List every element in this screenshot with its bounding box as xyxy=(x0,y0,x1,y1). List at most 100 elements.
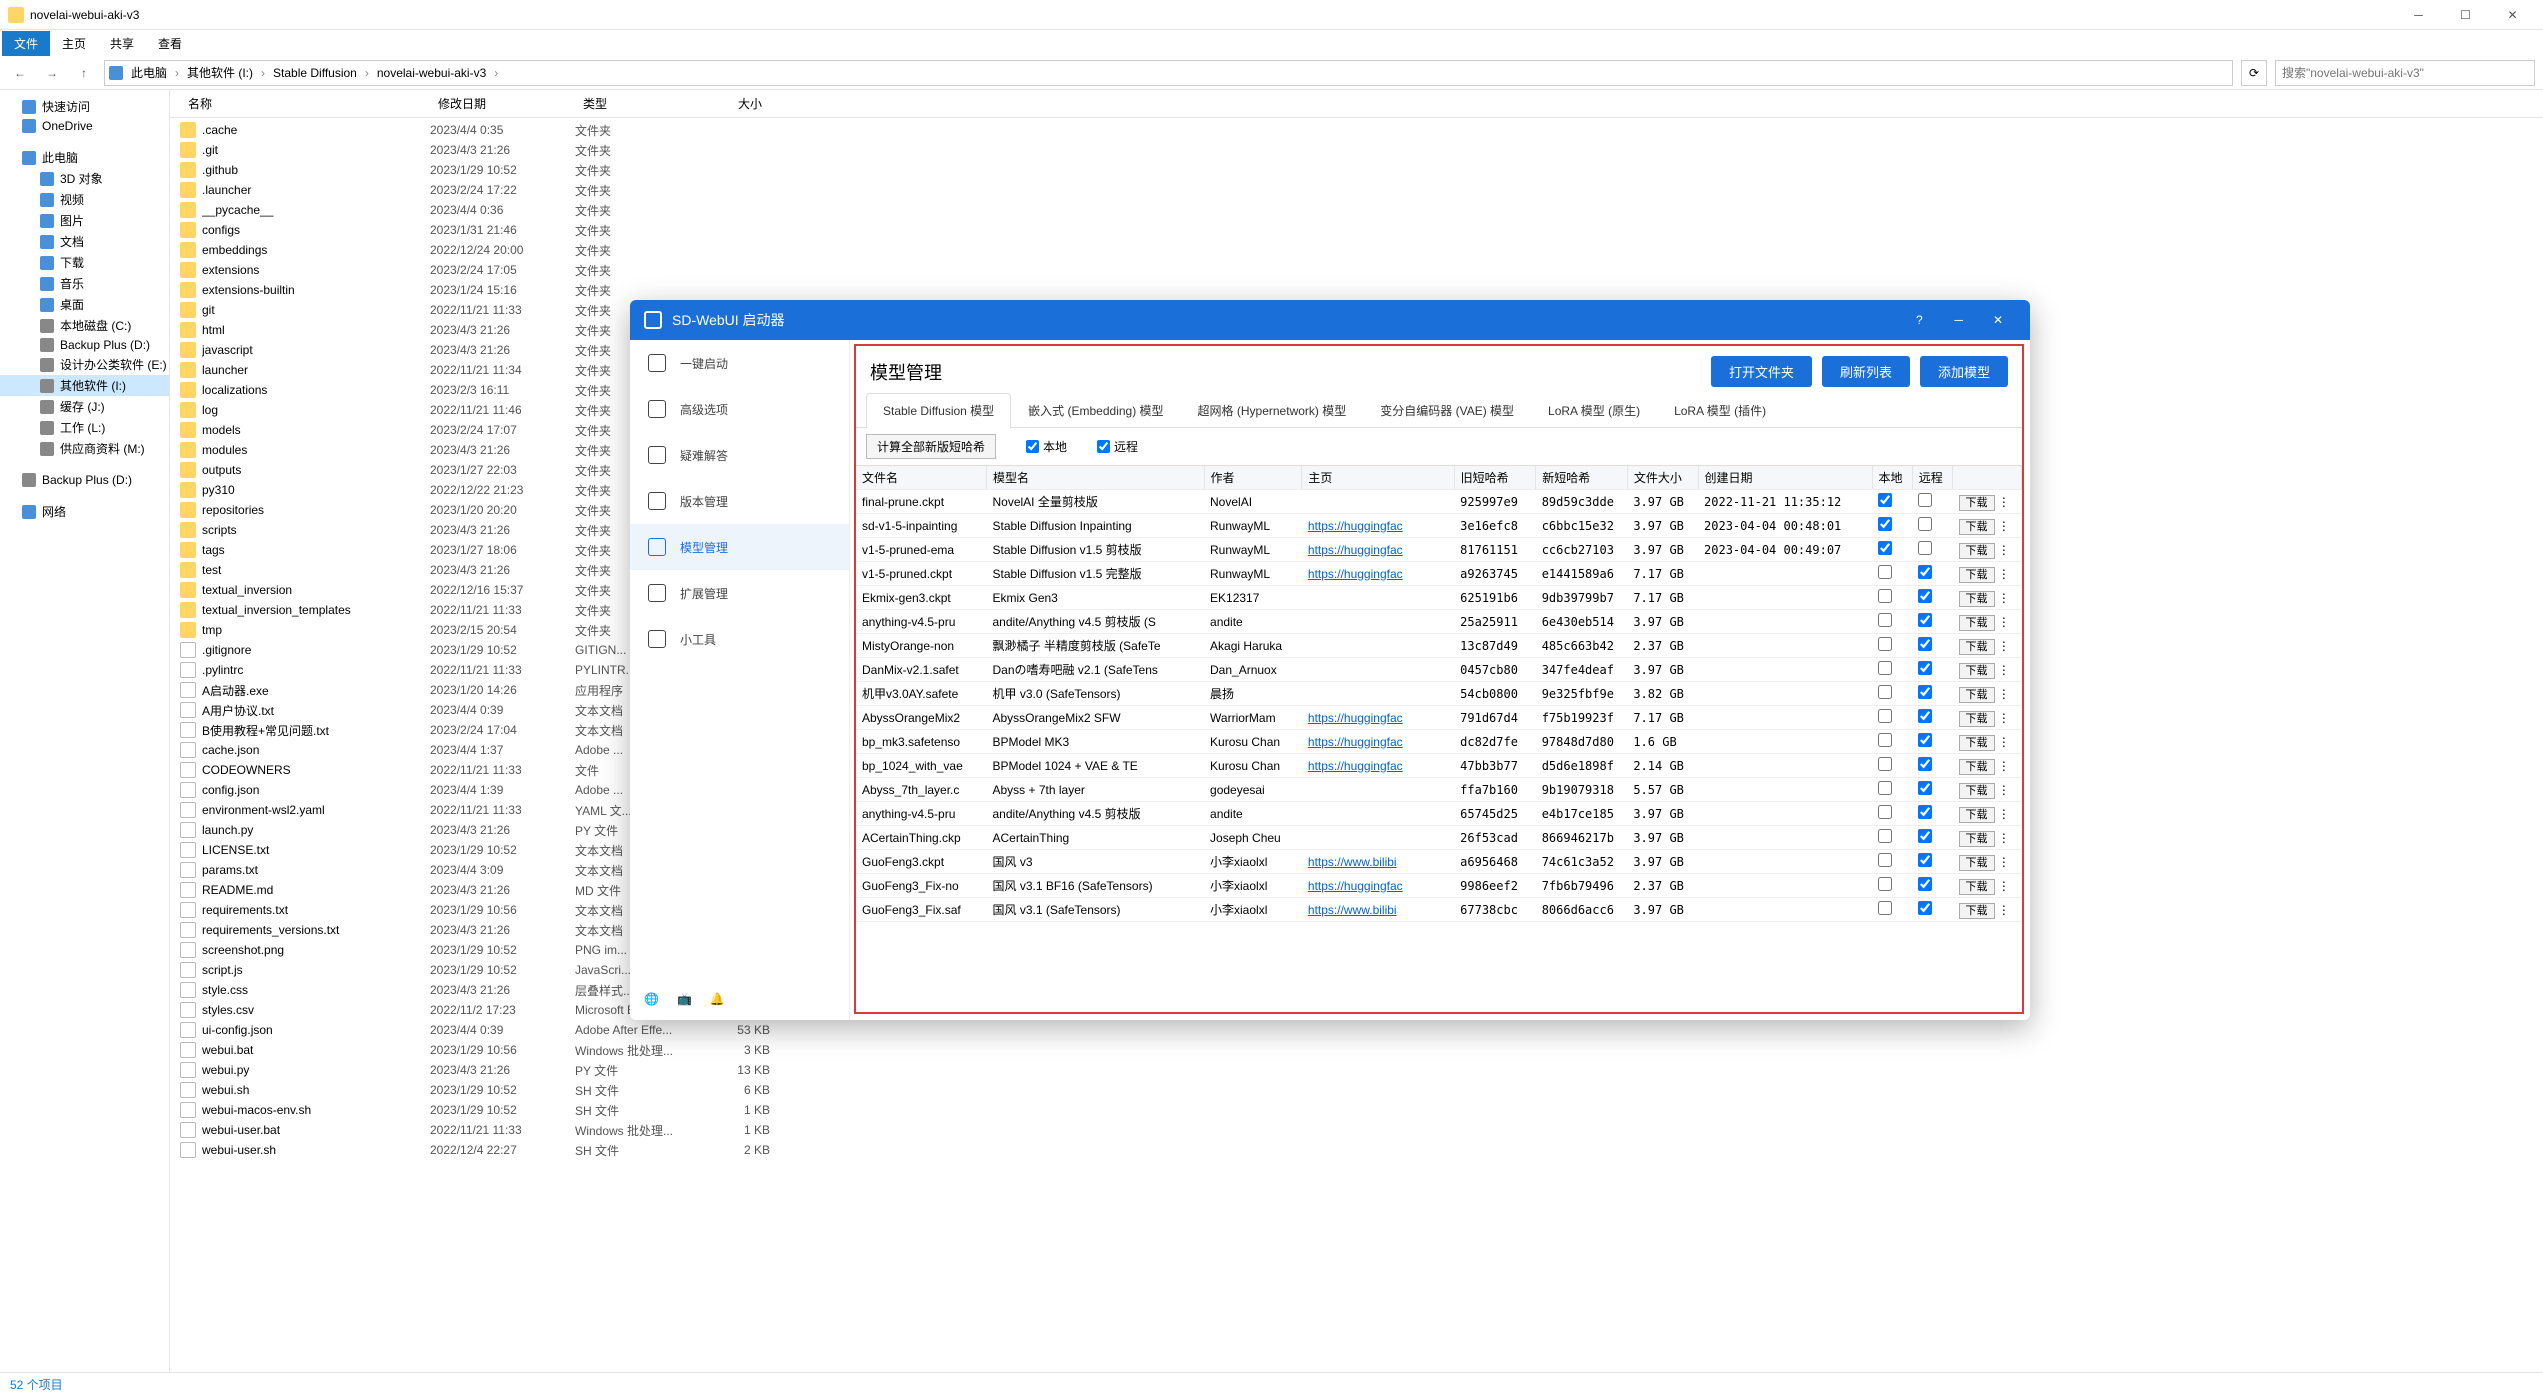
nav-item-快速访问[interactable]: 快速访问 xyxy=(0,96,169,117)
local-checkbox[interactable] xyxy=(1878,805,1892,819)
tab-3[interactable]: 变分自编码器 (VAE) 模型 xyxy=(1363,393,1531,427)
remote-checkbox[interactable] xyxy=(1918,589,1932,603)
nav-item-本地磁盘 (C:)[interactable]: 本地磁盘 (C:) xyxy=(0,315,169,336)
nav-item-工作 (L:)[interactable]: 工作 (L:) xyxy=(0,417,169,438)
help-button[interactable]: ? xyxy=(1901,302,1937,338)
file-row[interactable]: extensions-builtin2023/1/24 15:16文件夹 xyxy=(170,280,2543,300)
close-button[interactable]: ✕ xyxy=(2490,1,2535,29)
model-row[interactable]: AbyssOrangeMix2AbyssOrangeMix2 SFWWarrio… xyxy=(856,706,2022,730)
nav-item-OneDrive[interactable]: OneDrive xyxy=(0,117,169,135)
remote-checkbox[interactable] xyxy=(1918,877,1932,891)
local-checkbox[interactable] xyxy=(1878,901,1892,915)
more-icon[interactable]: ⋮ xyxy=(1998,879,2010,893)
file-row[interactable]: webui.py2023/4/3 21:26PY 文件13 KB xyxy=(170,1060,2543,1080)
col-author[interactable]: 作者 xyxy=(1204,466,1302,490)
filter-local[interactable]: 本地 xyxy=(1026,438,1067,455)
address-bar[interactable]: 此电脑›其他软件 (I:)›Stable Diffusion›novelai-w… xyxy=(104,60,2233,86)
file-row[interactable]: .cache2023/4/4 0:35文件夹 xyxy=(170,120,2543,140)
nav-item-图片[interactable]: 图片 xyxy=(0,210,169,231)
nav-item-桌面[interactable]: 桌面 xyxy=(0,294,169,315)
col-size[interactable]: 大小 xyxy=(690,95,770,112)
remote-checkbox[interactable] xyxy=(1918,613,1932,627)
model-row[interactable]: bp_1024_with_vaeBPModel 1024 + VAE & TEK… xyxy=(856,754,2022,778)
local-checkbox[interactable] xyxy=(1878,493,1892,507)
model-row[interactable]: MistyOrange-non飘渺橘子 半精度剪枝版 (SafeTeAkagi … xyxy=(856,634,2022,658)
more-icon[interactable]: ⋮ xyxy=(1998,591,2010,605)
home-link[interactable]: https://huggingfac xyxy=(1308,567,1403,581)
up-button[interactable]: ↑ xyxy=(72,61,96,85)
remote-checkbox[interactable] xyxy=(1918,565,1932,579)
local-checkbox[interactable] xyxy=(1878,781,1892,795)
tab-4[interactable]: LoRA 模型 (原生) xyxy=(1531,393,1657,427)
remote-checkbox[interactable] xyxy=(1918,637,1932,651)
local-checkbox[interactable] xyxy=(1878,517,1892,531)
filter-remote[interactable]: 远程 xyxy=(1097,438,1138,455)
compute-hash-button[interactable]: 计算全部新版短哈希 xyxy=(866,434,996,459)
file-row[interactable]: .git2023/4/3 21:26文件夹 xyxy=(170,140,2543,160)
sidebar-item-help[interactable]: 疑难解答 xyxy=(630,432,849,478)
refresh-list-button[interactable]: 刷新列表 xyxy=(1822,356,1910,387)
file-row[interactable]: configs2023/1/31 21:46文件夹 xyxy=(170,220,2543,240)
col-local[interactable]: 本地 xyxy=(1872,466,1912,490)
sidebar-item-ext[interactable]: 扩展管理 xyxy=(630,570,849,616)
download-button[interactable]: 下载 xyxy=(1959,711,1995,727)
bilibili-icon[interactable]: 📺 xyxy=(677,992,692,1006)
local-checkbox[interactable] xyxy=(1878,565,1892,579)
model-row[interactable]: Ekmix-gen3.ckptEkmix Gen3EK12317625191b6… xyxy=(856,586,2022,610)
more-icon[interactable]: ⋮ xyxy=(1998,543,2010,557)
local-checkbox[interactable] xyxy=(1878,541,1892,555)
model-row[interactable]: final-prune.ckptNovelAI 全量剪枝版NovelAI9259… xyxy=(856,490,2022,514)
download-button[interactable]: 下载 xyxy=(1959,855,1995,871)
nav-item-Backup Plus (D:)[interactable]: Backup Plus (D:) xyxy=(0,336,169,354)
download-button[interactable]: 下载 xyxy=(1959,663,1995,679)
sidebar-item-play[interactable]: 一键启动 xyxy=(630,340,849,386)
more-icon[interactable]: ⋮ xyxy=(1998,903,2010,917)
model-row[interactable]: ACertainThing.ckpACertainThingJoseph Che… xyxy=(856,826,2022,850)
sidebar-item-tune[interactable]: 高级选项 xyxy=(630,386,849,432)
nav-item-网络[interactable]: 网络 xyxy=(0,501,169,522)
download-button[interactable]: 下载 xyxy=(1959,591,1995,607)
forward-button[interactable]: → xyxy=(40,61,64,85)
nav-item-缓存 (J:)[interactable]: 缓存 (J:) xyxy=(0,396,169,417)
home-link[interactable]: https://huggingfac xyxy=(1308,735,1403,749)
breadcrumb-2[interactable]: Stable Diffusion xyxy=(269,64,361,82)
download-button[interactable]: 下载 xyxy=(1959,759,1995,775)
model-row[interactable]: Abyss_7th_layer.cAbyss + 7th layergodeye… xyxy=(856,778,2022,802)
local-checkbox[interactable] xyxy=(1878,637,1892,651)
remote-checkbox[interactable] xyxy=(1918,901,1932,915)
download-button[interactable]: 下载 xyxy=(1959,831,1995,847)
model-row[interactable]: DanMix-v2.1.safetDanの嗜寿吧融 v2.1 (SafeTens… xyxy=(856,658,2022,682)
remote-checkbox[interactable] xyxy=(1918,853,1932,867)
more-icon[interactable]: ⋮ xyxy=(1998,663,2010,677)
col-newhash[interactable]: 新短哈希 xyxy=(1536,466,1628,490)
remote-checkbox[interactable] xyxy=(1918,685,1932,699)
home-link[interactable]: https://www.bilibi xyxy=(1308,903,1397,917)
more-icon[interactable]: ⋮ xyxy=(1998,687,2010,701)
maximize-button[interactable]: ☐ xyxy=(2443,1,2488,29)
more-icon[interactable]: ⋮ xyxy=(1998,639,2010,653)
nav-item-此电脑[interactable]: 此电脑 xyxy=(0,147,169,168)
model-row[interactable]: bp_mk3.safetensoBPModel MK3Kurosu Chanht… xyxy=(856,730,2022,754)
remote-checkbox[interactable] xyxy=(1918,757,1932,771)
model-row[interactable]: 机甲v3.0AY.safete机甲 v3.0 (SafeTensors)晨扬54… xyxy=(856,682,2022,706)
more-icon[interactable]: ⋮ xyxy=(1998,567,2010,581)
nav-item-Backup Plus (D:)[interactable]: Backup Plus (D:) xyxy=(0,471,169,489)
tab-1[interactable]: 嵌入式 (Embedding) 模型 xyxy=(1011,393,1180,427)
more-icon[interactable]: ⋮ xyxy=(1998,783,2010,797)
ribbon-tab-共享[interactable]: 共享 xyxy=(98,31,146,56)
download-button[interactable]: 下载 xyxy=(1959,735,1995,751)
home-link[interactable]: https://huggingfac xyxy=(1308,543,1403,557)
nav-item-文档[interactable]: 文档 xyxy=(0,231,169,252)
file-row[interactable]: webui.sh2023/1/29 10:52SH 文件6 KB xyxy=(170,1080,2543,1100)
file-row[interactable]: embeddings2022/12/24 20:00文件夹 xyxy=(170,240,2543,260)
more-icon[interactable]: ⋮ xyxy=(1998,831,2010,845)
more-icon[interactable]: ⋮ xyxy=(1998,759,2010,773)
ribbon-tab-主页[interactable]: 主页 xyxy=(50,31,98,56)
breadcrumb-0[interactable]: 此电脑 xyxy=(127,62,171,83)
col-fname[interactable]: 文件名 xyxy=(856,466,987,490)
open-folder-button[interactable]: 打开文件夹 xyxy=(1711,356,1812,387)
sidebar-item-db[interactable]: 模型管理 xyxy=(630,524,849,570)
model-row[interactable]: anything-v4.5-pruandite/Anything v4.5 剪枝… xyxy=(856,802,2022,826)
local-checkbox[interactable] xyxy=(1878,757,1892,771)
model-row[interactable]: GuoFeng3_Fix-no国风 v3.1 BF16 (SafeTensors… xyxy=(856,874,2022,898)
